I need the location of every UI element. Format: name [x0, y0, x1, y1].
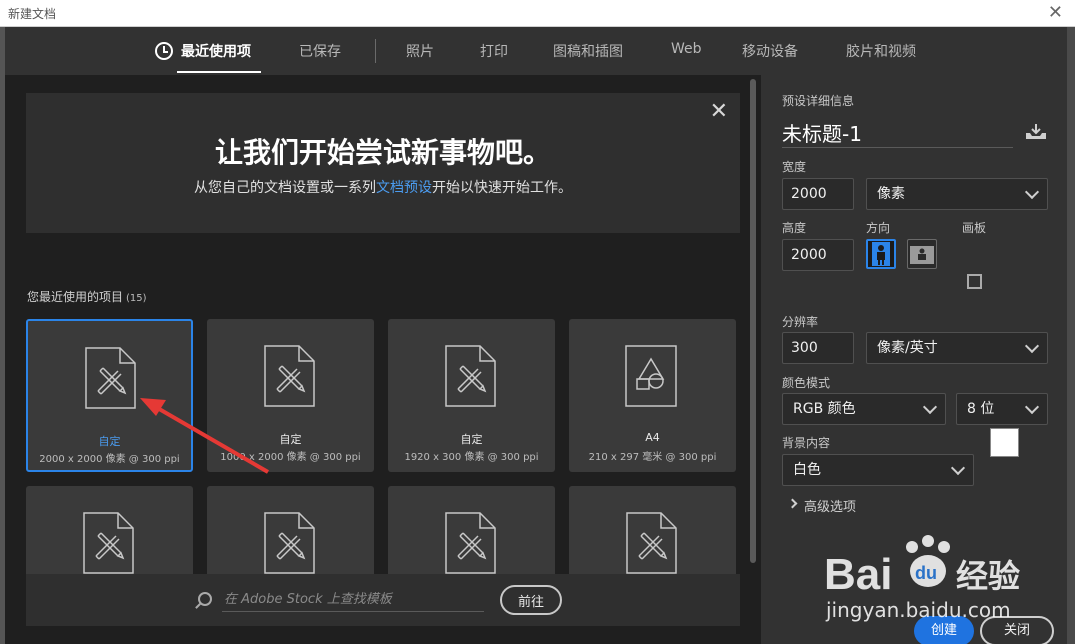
banner-subtitle-before: 从您自己的文档设置或一系列: [194, 180, 376, 196]
artboard-label: 画板: [962, 221, 987, 235]
clock-icon: [155, 42, 173, 60]
go-button[interactable]: 前往: [500, 585, 562, 615]
chevron-down-icon: [922, 399, 938, 415]
portrait-icon: [872, 242, 890, 266]
background-contents-label: 背景内容: [782, 436, 831, 450]
resolution-unit-value: 像素/英寸: [877, 340, 938, 356]
document-shapes-icon: [625, 345, 677, 407]
document-title-field[interactable]: 未标题-1: [782, 118, 1013, 148]
banner-title: 让我们开始尝试新事物吧。: [214, 136, 551, 169]
background-contents-dropdown[interactable]: 白色: [782, 454, 974, 486]
welcome-banner: ✕ 让我们开始尝试新事物吧。 从您自己的文档设置或一系列文档预设开始以快速开始工…: [26, 93, 740, 233]
new-document-dialog: 最近使用项 已保存 照片 打印 图稿和插图 Web 移动设备 胶片和视频 ✕ 让…: [5, 27, 1067, 644]
create-button[interactable]: 创建: [914, 616, 974, 644]
window-close-icon[interactable]: ✕: [1048, 2, 1063, 24]
background-color-swatch[interactable]: [990, 428, 1019, 457]
document-pencil-ruler-icon: [82, 512, 134, 574]
banner-subtitle-after: 开始以快速开始工作。: [432, 180, 572, 196]
recent-item-name: 自定: [98, 435, 121, 448]
recent-items-heading: 您最近使用的项目 (15): [27, 288, 147, 305]
tab-divider: [375, 39, 376, 63]
tab-art-illustration[interactable]: 图稿和插图: [553, 41, 623, 61]
recent-item-size: 210 x 297 毫米 @ 300 ppi: [588, 452, 717, 463]
recent-item-name: 自定: [460, 433, 483, 446]
height-input[interactable]: 2000: [782, 239, 854, 271]
chevron-down-icon: [950, 460, 966, 476]
resolution-input[interactable]: 300: [782, 332, 854, 364]
category-tabs: 最近使用项 已保存 照片 打印 图稿和插图 Web 移动设备 胶片和视频: [5, 27, 1067, 75]
active-tab-underline: [177, 71, 261, 73]
chevron-down-icon: [1024, 338, 1040, 354]
close-button[interactable]: 关闭: [980, 616, 1054, 644]
resolution-unit-dropdown[interactable]: 像素/英寸: [866, 332, 1048, 364]
document-pencil-ruler-icon: [444, 512, 496, 574]
tab-photo[interactable]: 照片: [406, 41, 434, 61]
tab-print[interactable]: 打印: [480, 41, 508, 61]
width-unit-value: 像素: [877, 186, 905, 202]
tab-recent[interactable]: 最近使用项: [181, 41, 251, 61]
document-pencil-ruler-icon: [444, 345, 496, 407]
recent-items-count: (15): [126, 293, 147, 304]
banner-close-icon[interactable]: ✕: [710, 99, 728, 125]
document-pencil-ruler-icon: [263, 345, 315, 407]
presets-scrollbar[interactable]: [750, 79, 756, 563]
recent-item-card[interactable]: 自定 1920 x 300 像素 @ 300 ppi: [388, 319, 555, 472]
landscape-orientation-button[interactable]: [907, 239, 937, 269]
tab-mobile[interactable]: 移动设备: [742, 41, 798, 61]
window-titlebar: 新建文档 ✕: [0, 0, 1075, 27]
background-contents-value: 白色: [793, 462, 821, 478]
recent-item-card[interactable]: A4 210 x 297 毫米 @ 300 ppi: [569, 319, 736, 472]
banner-subtitle: 从您自己的文档设置或一系列文档预设开始以快速开始工作。: [26, 177, 740, 197]
stock-search-input[interactable]: [222, 588, 484, 612]
bit-depth-value: 8 位: [967, 401, 995, 417]
artboard-checkbox[interactable]: [967, 274, 982, 289]
stock-search-bar: 前往: [26, 574, 740, 626]
presets-panel: ✕ 让我们开始尝试新事物吧。 从您自己的文档设置或一系列文档预设开始以快速开始工…: [5, 75, 761, 644]
color-mode-dropdown[interactable]: RGB 颜色: [782, 393, 946, 425]
bit-depth-dropdown[interactable]: 8 位: [956, 393, 1048, 425]
recent-item-name: A4: [645, 431, 660, 444]
tab-saved[interactable]: 已保存: [299, 41, 341, 61]
height-label: 高度: [782, 221, 807, 235]
color-mode-label: 颜色模式: [782, 376, 831, 390]
document-pencil-ruler-icon: [625, 512, 677, 574]
save-preset-icon[interactable]: [1025, 123, 1047, 141]
background-strip-right: [1067, 27, 1075, 644]
chevron-down-icon: [1024, 184, 1040, 200]
document-presets-link[interactable]: 文档预设: [376, 180, 432, 196]
width-label: 宽度: [782, 160, 807, 174]
preset-details-panel: 预设详细信息 未标题-1 宽度 2000 像素 高度 方向 画板 2000 分辨…: [766, 75, 1067, 644]
orientation-label: 方向: [866, 221, 891, 235]
recent-item-card[interactable]: 自定 1000 x 2000 像素 @ 300 ppi: [207, 319, 374, 472]
chevron-down-icon: [1024, 399, 1040, 415]
recent-item-size: 1920 x 300 像素 @ 300 ppi: [404, 452, 539, 463]
tab-web[interactable]: Web: [671, 41, 702, 57]
recent-items-label: 您最近使用的项目: [27, 290, 124, 304]
recent-item-name: 自定: [279, 433, 302, 446]
width-unit-dropdown[interactable]: 像素: [866, 178, 1048, 210]
chevron-right-icon: [787, 498, 798, 509]
recent-item-size: 1000 x 2000 像素 @ 300 ppi: [220, 452, 361, 463]
advanced-options-toggle[interactable]: 高级选项: [804, 496, 856, 515]
landscape-icon: [910, 246, 934, 264]
portrait-orientation-button[interactable]: [866, 239, 896, 269]
recent-item-size: 2000 x 2000 像素 @ 300 ppi: [39, 454, 180, 465]
recent-item-card[interactable]: 自定 2000 x 2000 像素 @ 300 ppi: [26, 319, 193, 472]
resolution-label: 分辨率: [782, 315, 819, 329]
color-mode-value: RGB 颜色: [793, 401, 856, 417]
document-pencil-ruler-icon: [84, 347, 136, 409]
width-input[interactable]: 2000: [782, 178, 854, 210]
search-icon: [198, 592, 212, 606]
preset-details-label: 预设详细信息: [782, 94, 855, 108]
window-title: 新建文档: [8, 7, 57, 21]
document-pencil-ruler-icon: [263, 512, 315, 574]
tab-film-video[interactable]: 胶片和视频: [846, 41, 916, 61]
